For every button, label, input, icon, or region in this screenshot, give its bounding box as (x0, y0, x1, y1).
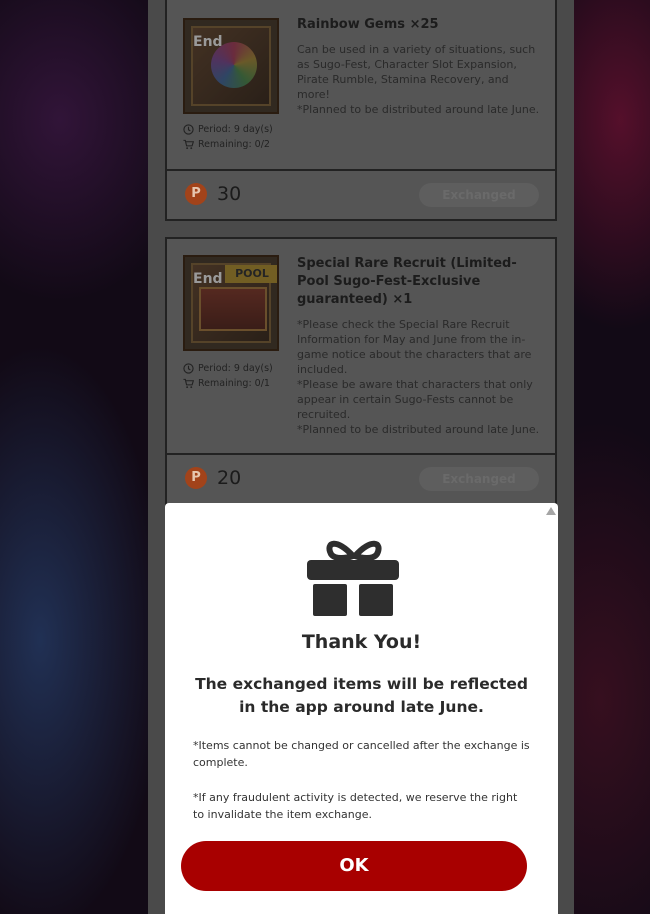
points-display: P 30 (185, 183, 241, 205)
item-description: Can be used in a variety of situations, … (297, 43, 540, 116)
scroll-up-arrow-icon[interactable] (546, 507, 556, 515)
end-badge: End (193, 271, 223, 287)
item-footer: P 30 Exchanged (167, 169, 555, 219)
end-badge: End (193, 34, 223, 50)
modal-note-no-cancel: *Items cannot be changed or cancelled af… (193, 739, 530, 769)
thank-you-modal: Thank You! The exchanged items will be r… (165, 503, 558, 914)
modal-title: Thank You! (301, 631, 422, 653)
modal-message: The exchanged items will be reflected in… (195, 675, 528, 716)
ok-button[interactable]: OK (181, 841, 527, 891)
clock-icon (183, 363, 194, 374)
period-text: Period: 9 day(s) (198, 124, 273, 135)
rainbow-gems-thumbnail: End (183, 18, 279, 114)
exchanged-button[interactable]: Exchanged (419, 183, 539, 207)
item-title: Rainbow Gems ×25 (297, 17, 439, 32)
cart-icon (183, 139, 194, 150)
item-footer: P 20 Exchanged (167, 453, 555, 503)
points-display: P 20 (185, 467, 241, 489)
points-value: 20 (217, 467, 242, 489)
item-card-special-rare-recruit: POOL End Period: 9 day(s) Remaining: 0/1… (165, 237, 557, 507)
gift-icon (307, 540, 399, 616)
special-recruit-thumbnail: POOL End (183, 255, 279, 351)
remaining-text: Remaining: 0/1 (198, 378, 270, 389)
item-meta: Period: 9 day(s) Remaining: 0/2 (183, 122, 273, 152)
modal-note-fraud: *If any fraudulent activity is detected,… (193, 791, 518, 821)
points-icon: P (185, 467, 207, 489)
item-card-rainbow-gems: End Period: 9 day(s) Remaining: 0/2 Rain… (165, 0, 557, 221)
period-text: Period: 9 day(s) (198, 363, 273, 374)
item-description: *Please check the Special Rare Recruit I… (297, 318, 540, 436)
points-value: 30 (217, 183, 242, 205)
clock-icon (183, 124, 194, 135)
points-icon: P (185, 183, 207, 205)
item-title: Special Rare Recruit (Limited-Pool Sugo-… (297, 256, 517, 307)
exchanged-button[interactable]: Exchanged (419, 467, 539, 491)
cart-icon (183, 378, 194, 389)
item-meta: Period: 9 day(s) Remaining: 0/1 (183, 361, 273, 391)
remaining-text: Remaining: 0/2 (198, 139, 270, 150)
